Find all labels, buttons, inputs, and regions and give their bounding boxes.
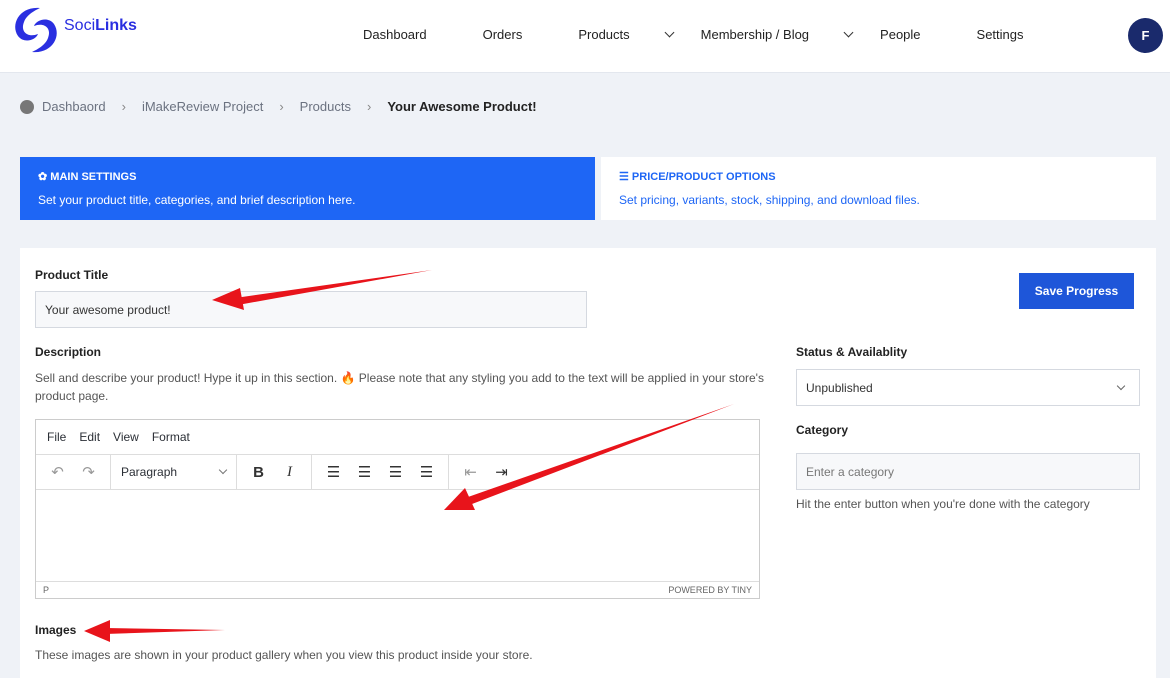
annotation-arrows (84, 270, 734, 642)
arrow-annotation (212, 288, 244, 310)
arrow-annotation (105, 628, 225, 634)
arrow-annotation (235, 270, 432, 305)
arrow-annotation (84, 620, 110, 642)
arrow-annotation (468, 404, 734, 504)
